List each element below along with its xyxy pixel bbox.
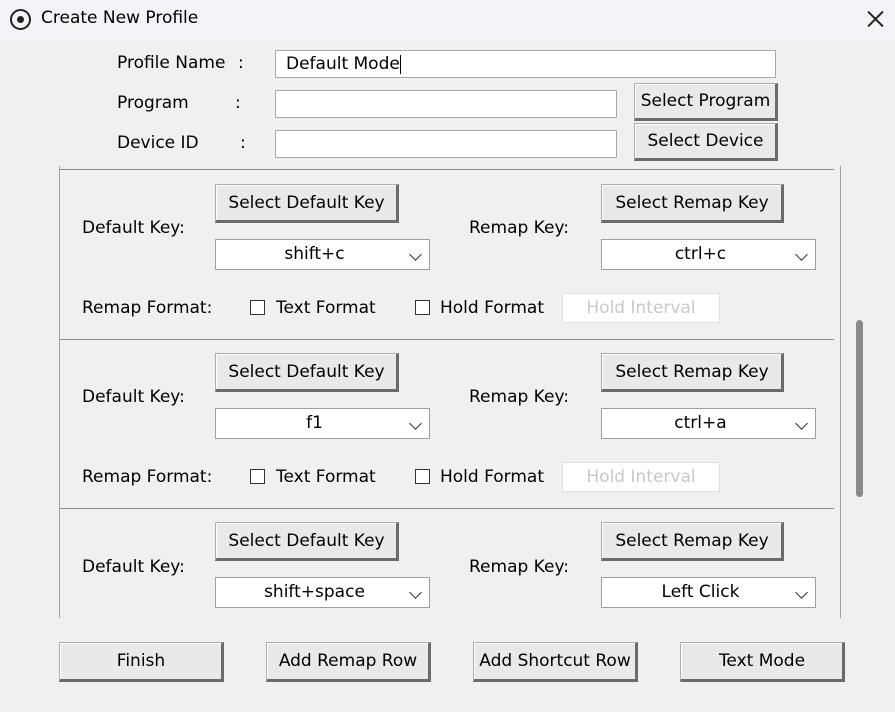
chevron-down-icon: [409, 586, 422, 599]
profile-name-colon: :: [238, 53, 244, 73]
remap-key-label: Remap Key:: [469, 218, 569, 238]
remap-row: Default Key: Select Default Key shift+sp…: [60, 508, 834, 618]
profile-name-value: Default Mode: [286, 54, 400, 74]
chevron-down-icon: [409, 417, 422, 430]
default-key-label: Default Key:: [82, 218, 185, 238]
device-id-input[interactable]: [275, 130, 617, 158]
remap-row: Default Key: Select Default Key f1 Remap…: [60, 339, 834, 509]
default-key-combo[interactable]: f1: [215, 408, 430, 439]
close-icon[interactable]: [849, 0, 895, 38]
default-key-label: Default Key:: [82, 557, 185, 577]
hold-interval-input[interactable]: Hold Interval: [562, 293, 720, 323]
hold-format-label: Hold Format: [440, 467, 545, 487]
remap-rows-frame: Default Key: Select Default Key shift+c …: [59, 166, 841, 618]
add-shortcut-row-button[interactable]: Add Shortcut Row: [473, 642, 638, 682]
program-colon: :: [235, 93, 241, 113]
select-program-button[interactable]: Select Program: [634, 83, 778, 121]
select-default-key-button[interactable]: Select Default Key: [215, 353, 399, 392]
chevron-down-icon: [795, 248, 808, 261]
chevron-down-icon: [409, 248, 422, 261]
select-default-key-button[interactable]: Select Default Key: [215, 184, 399, 223]
chevron-down-icon: [795, 586, 808, 599]
device-id-label: Device ID: [117, 133, 199, 153]
hold-format-checkbox[interactable]: [415, 469, 430, 484]
program-label: Program: [117, 93, 189, 113]
remap-key-combo[interactable]: Left Click: [601, 577, 816, 608]
profile-name-label: Profile Name: [117, 53, 226, 73]
remap-key-combo[interactable]: ctrl+c: [601, 239, 816, 270]
remap-key-value: ctrl+a: [674, 413, 727, 433]
remap-key-value: ctrl+c: [674, 244, 727, 264]
chevron-down-icon: [795, 417, 808, 430]
hold-format-checkbox[interactable]: [415, 300, 430, 315]
text-format-checkbox[interactable]: [250, 300, 265, 315]
default-key-value: f1: [306, 413, 323, 433]
select-remap-key-button[interactable]: Select Remap Key: [601, 522, 784, 561]
finish-button[interactable]: Finish: [59, 642, 224, 682]
device-id-colon: :: [240, 133, 246, 153]
app-icon: [10, 9, 31, 30]
text-caret: [399, 54, 401, 74]
text-format-checkbox[interactable]: [250, 469, 265, 484]
text-format-label: Text Format: [276, 298, 376, 318]
default-key-value: shift+c: [284, 244, 345, 264]
profile-name-input[interactable]: Default Mode: [275, 50, 776, 78]
title-bar: Create New Profile: [0, 0, 895, 40]
default-key-combo[interactable]: shift+space: [215, 577, 430, 608]
select-device-button[interactable]: Select Device: [634, 123, 778, 161]
text-mode-button[interactable]: Text Mode: [680, 642, 845, 682]
remap-key-value: Left Click: [661, 582, 740, 602]
hold-format-label: Hold Format: [440, 298, 545, 318]
remap-format-label: Remap Format:: [82, 298, 213, 318]
text-format-label: Text Format: [276, 467, 376, 487]
hold-interval-input[interactable]: Hold Interval: [562, 462, 720, 492]
remap-key-label: Remap Key:: [469, 557, 569, 577]
select-default-key-button[interactable]: Select Default Key: [215, 522, 399, 561]
remap-key-label: Remap Key:: [469, 387, 569, 407]
remap-key-combo[interactable]: ctrl+a: [601, 408, 816, 439]
remap-format-label: Remap Format:: [82, 467, 213, 487]
scrollbar-thumb[interactable]: [856, 320, 863, 497]
window-title: Create New Profile: [41, 8, 199, 28]
default-key-label: Default Key:: [82, 387, 185, 407]
select-remap-key-button[interactable]: Select Remap Key: [601, 353, 784, 392]
add-remap-row-button[interactable]: Add Remap Row: [266, 642, 431, 682]
remap-row: Default Key: Select Default Key shift+c …: [60, 169, 834, 339]
select-remap-key-button[interactable]: Select Remap Key: [601, 184, 784, 223]
default-key-combo[interactable]: shift+c: [215, 239, 430, 270]
program-input[interactable]: [275, 90, 617, 118]
default-key-value: shift+space: [264, 582, 365, 602]
